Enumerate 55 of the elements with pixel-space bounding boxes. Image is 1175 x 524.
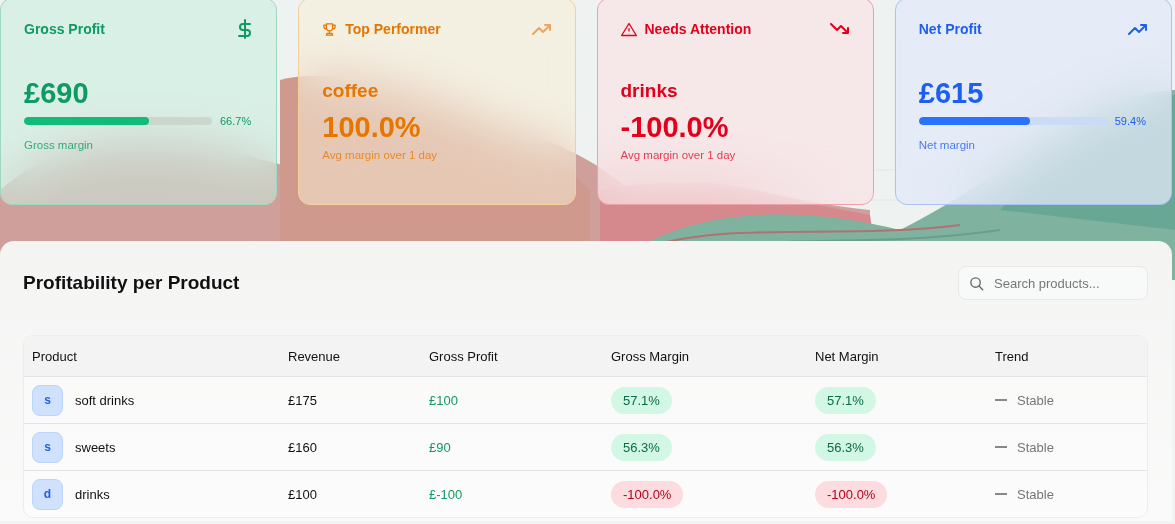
margin-pill: 56.3% [611, 433, 672, 461]
card-title: Top Performer [345, 21, 441, 37]
dollar-icon [237, 19, 254, 39]
column-header: Product [32, 348, 78, 364]
card-caption: Net margin [918, 139, 976, 151]
search-icon [969, 276, 984, 291]
margin-pill: -100.0% [611, 480, 684, 508]
column-header: Trend [995, 348, 1030, 364]
margin-pill: 57.1% [611, 386, 672, 414]
panel-title: Profitability per Product [23, 272, 240, 294]
card-title: Gross Profit [24, 21, 105, 37]
product-name: coffee [322, 79, 380, 103]
trending-down-icon [829, 23, 850, 35]
column-header: Net Margin [815, 348, 880, 364]
table-cell: drinks [75, 486, 110, 502]
trending-up-icon [1128, 23, 1148, 35]
product-avatar: s [32, 384, 63, 416]
column-header: Gross Profit [429, 348, 499, 364]
table-cell: sweets [75, 439, 116, 455]
table-cell-text: £175 [288, 392, 318, 408]
card-caption: Gross margin [24, 139, 95, 151]
margin-pill: -100.0% [815, 480, 888, 508]
dash-icon [995, 399, 1007, 401]
product-name: drinks [620, 79, 679, 103]
card-title: Net Profit [918, 21, 982, 37]
table-cell: soft drinks [75, 392, 135, 408]
product-avatar: s [32, 431, 63, 463]
card-value: 100.0% [322, 110, 422, 145]
dash-icon [995, 493, 1007, 495]
table-cell-text: £90 [429, 439, 452, 455]
column-header: Revenue [288, 348, 342, 364]
card-value: -100.0% [620, 110, 730, 145]
card-value: £615 [918, 76, 985, 111]
margin-pill: 56.3% [815, 433, 876, 461]
product-avatar: d [32, 478, 63, 510]
table-cell-text: £100 [288, 486, 318, 502]
trend-label: Stable [1017, 486, 1054, 502]
column-header: Gross Margin [611, 348, 691, 364]
dash-icon [995, 446, 1007, 448]
table-cell-text: £100 [429, 392, 459, 408]
progress-reading: 66.7% [220, 115, 252, 127]
table-cell-text: £160 [288, 439, 318, 455]
card-value: £690 [24, 76, 90, 111]
trophy-icon [322, 21, 338, 37]
progress-reading: 59.4% [1114, 115, 1146, 127]
card-title: Needs Attention [644, 21, 752, 37]
card-caption: Avg margin over 1 day [322, 149, 439, 161]
trend-label: Stable [1017, 439, 1054, 455]
trending-up-icon [531, 23, 552, 35]
search-field[interactable]: Search products... [958, 266, 1148, 300]
table-cell-text: £-100 [429, 486, 464, 502]
trend-label: Stable [1017, 392, 1054, 408]
margin-pill: 57.1% [815, 386, 876, 414]
warning-icon [620, 21, 637, 37]
card-caption: Avg margin over 1 day [620, 149, 737, 161]
